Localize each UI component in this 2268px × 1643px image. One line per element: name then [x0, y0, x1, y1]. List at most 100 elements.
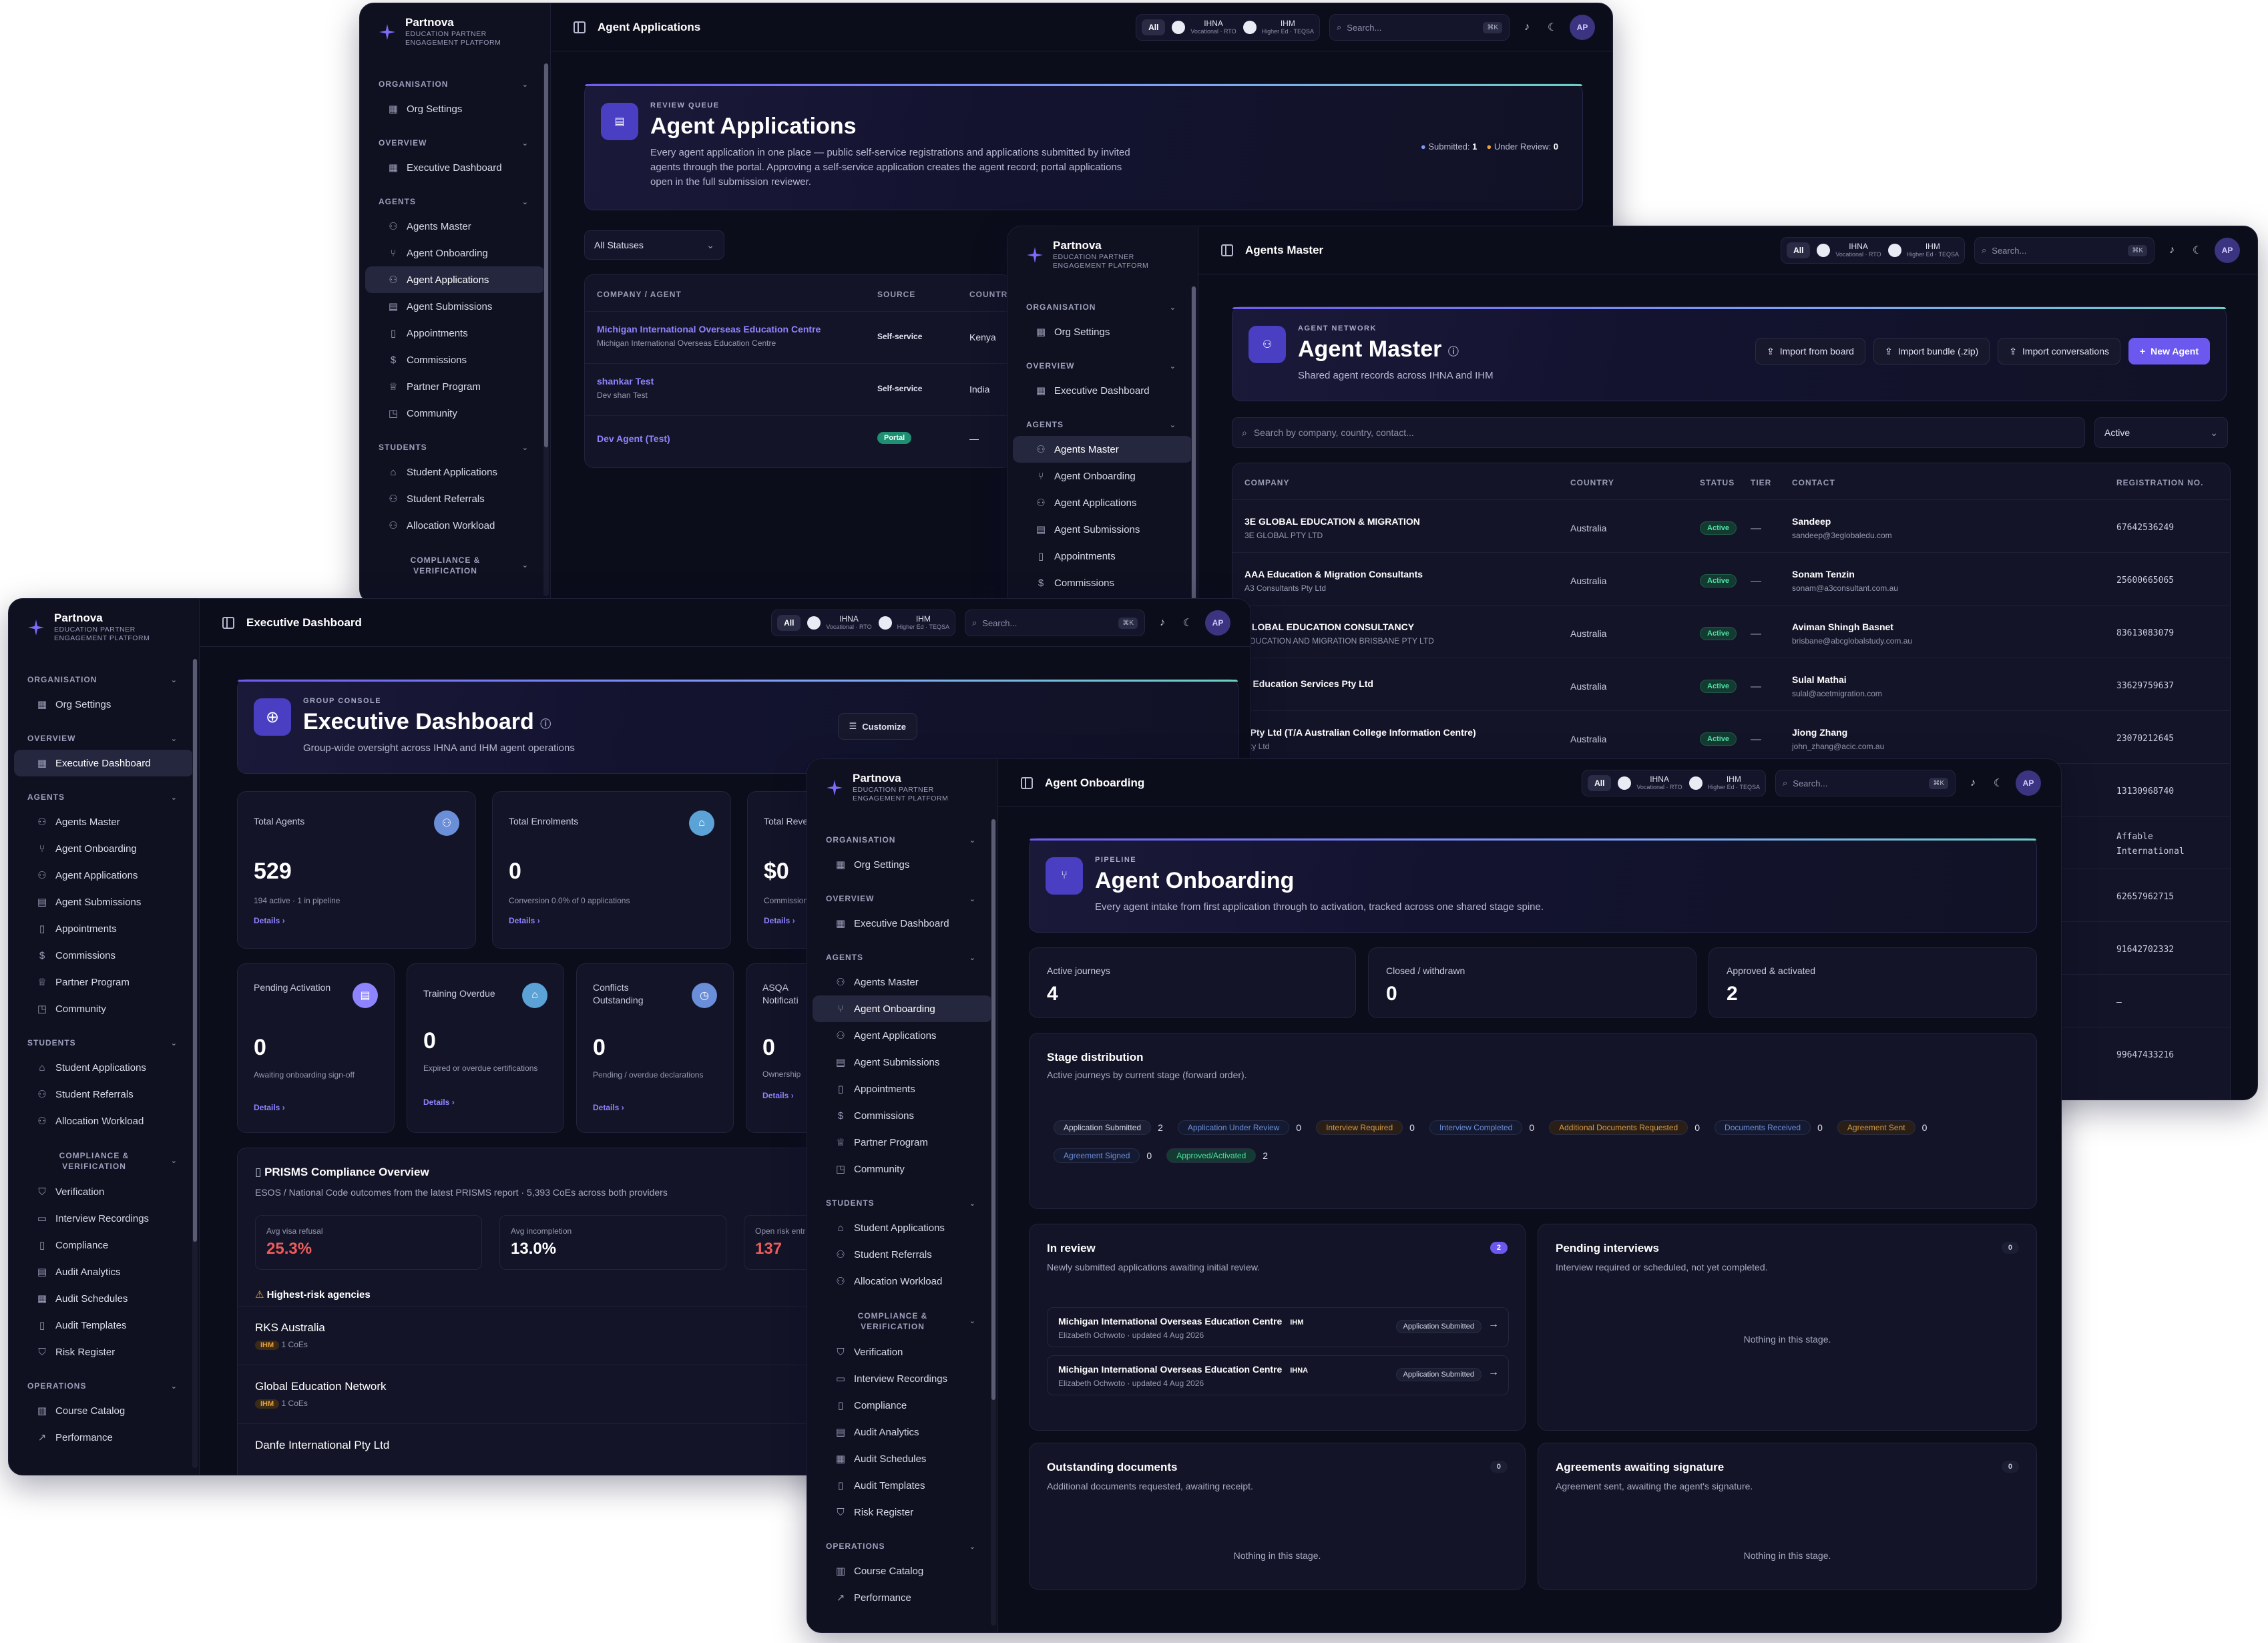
nav-section-operations[interactable]: OPERATIONS ⌄ [807, 1542, 997, 1551]
sidebar-toggle-icon[interactable] [222, 616, 234, 629]
sidebar-item-audit-templates[interactable]: ▯ Audit Templates [14, 1312, 194, 1339]
sidebar-item-org-settings[interactable]: ▦ Org Settings [813, 851, 992, 878]
sidebar-scrollbar[interactable] [192, 659, 198, 1468]
sidebar-item-community[interactable]: ◳ Community [813, 1156, 992, 1182]
sidebar-item-org-settings[interactable]: ▦ Org Settings [14, 691, 194, 718]
nav-section-overview[interactable]: OVERVIEW ⌄ [360, 138, 550, 148]
customize-button[interactable]: ☰ Customize [837, 713, 917, 740]
sidebar-item-student-referrals[interactable]: ⚇ Student Referrals [14, 1081, 194, 1108]
search-input[interactable]: ⌕ Search... ⌘K [965, 610, 1145, 636]
sidebar-item-interview-recordings[interactable]: ▭ Interview Recordings [14, 1205, 194, 1232]
sidebar-item-allocation-workload[interactable]: ⚇ Allocation Workload [813, 1268, 992, 1295]
sidebar-item-agent-onboarding[interactable]: ⑂ Agent Onboarding [813, 995, 992, 1022]
nav-section-organisation[interactable]: ORGANISATION ⌄ [807, 835, 997, 845]
sidebar-item-student-referrals[interactable]: ⚇ Student Referrals [365, 485, 545, 512]
moon-icon[interactable]: ☾ [1990, 775, 2006, 791]
sidebar-item-partner-program[interactable]: ♕ Partner Program [813, 1129, 992, 1156]
org-ihm-tab[interactable]: IHM Higher Ed · TEQSA [878, 615, 949, 631]
sidebar-item-agent-onboarding[interactable]: ⑂ Agent Onboarding [1013, 463, 1192, 489]
nav-section-students[interactable]: STUDENTS ⌄ [9, 1038, 199, 1047]
sidebar-item-agent-submissions[interactable]: ▤ Agent Submissions [365, 293, 545, 320]
sidebar-item-appointments[interactable]: ▯ Appointments [14, 915, 194, 942]
sidebar-item-appointments[interactable]: ▯ Appointments [365, 320, 545, 346]
sidebar-item-appointments[interactable]: ▯ Appointments [1013, 543, 1192, 569]
sidebar-item-commissions[interactable]: $ Commissions [14, 942, 194, 969]
avatar[interactable]: AP [1570, 15, 1595, 40]
nav-section-students[interactable]: STUDENTS ⌄ [807, 1198, 997, 1208]
bell-icon[interactable]: ♪ [2164, 242, 2180, 258]
org-all-tab[interactable]: All [1787, 242, 1811, 258]
import-bundle-button[interactable]: ⇪ Import bundle (.zip) [1873, 338, 1990, 365]
sidebar-item-agent-onboarding[interactable]: ⑂ Agent Onboarding [14, 835, 194, 862]
search-input[interactable]: ⌕ Search... ⌘K [1974, 237, 2154, 264]
org-ihm-tab[interactable]: IHM Higher Ed · TEQSA [1887, 242, 1959, 258]
table-row[interactable]: AAA Education & Migration Consultants A3… [1232, 552, 2230, 605]
company-link[interactable]: shankar Test [597, 376, 654, 387]
sidebar-item-partner-program[interactable]: ♕ Partner Program [14, 969, 194, 995]
sidebar-item-allocation-workload[interactable]: ⚇ Allocation Workload [365, 512, 545, 539]
nav-section-operations[interactable]: OPERATIONS ⌄ [9, 1381, 199, 1391]
import-from-board-button[interactable]: ⇪ Import from board [1755, 338, 1865, 365]
org-ihna-tab[interactable]: IHNA Vocational · RTO [807, 615, 872, 631]
nav-section-organisation[interactable]: ORGANISATION ⌄ [9, 675, 199, 684]
details-link[interactable]: Details › [593, 1103, 624, 1112]
list-item[interactable]: Michigan International Overseas Educatio… [1047, 1307, 1509, 1347]
avatar[interactable]: AP [1205, 610, 1230, 636]
list-item[interactable]: Michigan International Overseas Educatio… [1047, 1355, 1509, 1395]
sidebar-item-org-settings[interactable]: ▦ Org Settings [1013, 318, 1192, 345]
sidebar-item-org-settings[interactable]: ▦ Org Settings [365, 95, 545, 122]
sidebar-scrollbar[interactable] [543, 63, 549, 596]
sidebar-item-agent-submissions[interactable]: ▤ Agent Submissions [14, 889, 194, 915]
sidebar-item-agents-master[interactable]: ⚇ Agents Master [365, 213, 545, 240]
table-row[interactable]: Michigan International Overseas Educatio… [585, 311, 1011, 363]
status-filter-select[interactable]: Active ⌄ [2094, 417, 2228, 448]
info-icon[interactable]: ⓘ [1448, 346, 1459, 358]
sidebar-toggle-icon[interactable] [1221, 244, 1233, 256]
sidebar-scrollbar[interactable] [991, 819, 996, 1626]
org-all-tab[interactable]: All [1588, 775, 1612, 791]
sidebar-item-course-catalog[interactable]: ▥ Course Catalog [813, 1558, 992, 1584]
company-link[interactable]: Dev Agent (Test) [597, 433, 670, 444]
search-input[interactable]: ⌕ Search... ⌘K [1775, 770, 1956, 796]
details-link[interactable]: Details › [254, 916, 285, 925]
nav-section-overview[interactable]: OVERVIEW ⌄ [1007, 361, 1198, 371]
new-agent-button[interactable]: + New Agent [2128, 338, 2210, 365]
table-row[interactable]: 3E GLOBAL EDUCATION & MIGRATION 3E GLOBA… [1232, 499, 2230, 552]
table-row[interactable]: : Pty Ltd (T/A Australian College Inform… [1232, 710, 2230, 763]
table-row[interactable]: Dev Agent (Test) Portal — [585, 415, 1011, 467]
sidebar-item-allocation-workload[interactable]: ⚇ Allocation Workload [14, 1108, 194, 1134]
details-link[interactable]: Details › [762, 1091, 794, 1100]
sidebar-item-student-applications[interactable]: ⌂ Student Applications [813, 1214, 992, 1241]
moon-icon[interactable]: ☾ [1180, 615, 1196, 631]
sidebar-item-agent-applications[interactable]: ⚇ Agent Applications [14, 862, 194, 889]
bell-icon[interactable]: ♪ [1965, 775, 1981, 791]
sidebar-item-community[interactable]: ◳ Community [365, 400, 545, 427]
details-link[interactable]: Details › [764, 916, 795, 925]
moon-icon[interactable]: ☾ [2189, 242, 2205, 258]
import-conversations-button[interactable]: ⇪ Import conversations [1998, 338, 2120, 365]
details-link[interactable]: Details › [254, 1103, 285, 1112]
sidebar-item-student-referrals[interactable]: ⚇ Student Referrals [813, 1241, 992, 1268]
company-link[interactable]: Michigan International Overseas Educatio… [597, 324, 821, 334]
sidebar-item-compliance[interactable]: ▯ Compliance [813, 1392, 992, 1419]
nav-section-compliance[interactable]: COMPLIANCE & VERIFICATION ⌄ [807, 1311, 997, 1332]
sidebar-item-risk-register[interactable]: ⛉ Risk Register [813, 1499, 992, 1525]
table-row[interactable]: T Education Services Pty Ltd Australia A… [1232, 658, 2230, 710]
sidebar-item-agent-submissions[interactable]: ▤ Agent Submissions [1013, 516, 1192, 543]
sidebar-item-agent-onboarding[interactable]: ⑂ Agent Onboarding [365, 240, 545, 266]
sidebar-item-agents-master[interactable]: ⚇ Agents Master [14, 808, 194, 835]
sidebar-item-commissions[interactable]: $ Commissions [813, 1102, 992, 1129]
nav-section-agents[interactable]: AGENTS ⌄ [1007, 420, 1198, 429]
status-filter-select[interactable]: All Statuses ⌄ [584, 230, 724, 260]
nav-section-overview[interactable]: OVERVIEW ⌄ [807, 894, 997, 903]
sidebar-item-compliance[interactable]: ▯ Compliance [14, 1232, 194, 1258]
details-link[interactable]: Details › [509, 916, 540, 925]
nav-section-compliance[interactable]: COMPLIANCE & VERIFICATION ⌄ [9, 1150, 199, 1172]
sidebar-item-student-applications[interactable]: ⌂ Student Applications [14, 1054, 194, 1081]
sidebar-item-audit-schedules[interactable]: ▦ Audit Schedules [813, 1445, 992, 1472]
sidebar-item-agent-applications[interactable]: ⚇ Agent Applications [365, 266, 545, 293]
sidebar-item-verification[interactable]: ⛉ Verification [813, 1339, 992, 1365]
org-ihna-tab[interactable]: IHNA Vocational · RTO [1618, 775, 1682, 791]
sidebar-item-executive-dashboard[interactable]: ▦ Executive Dashboard [1013, 377, 1192, 404]
sidebar-item-partner-program[interactable]: ♕ Partner Program [365, 373, 545, 400]
